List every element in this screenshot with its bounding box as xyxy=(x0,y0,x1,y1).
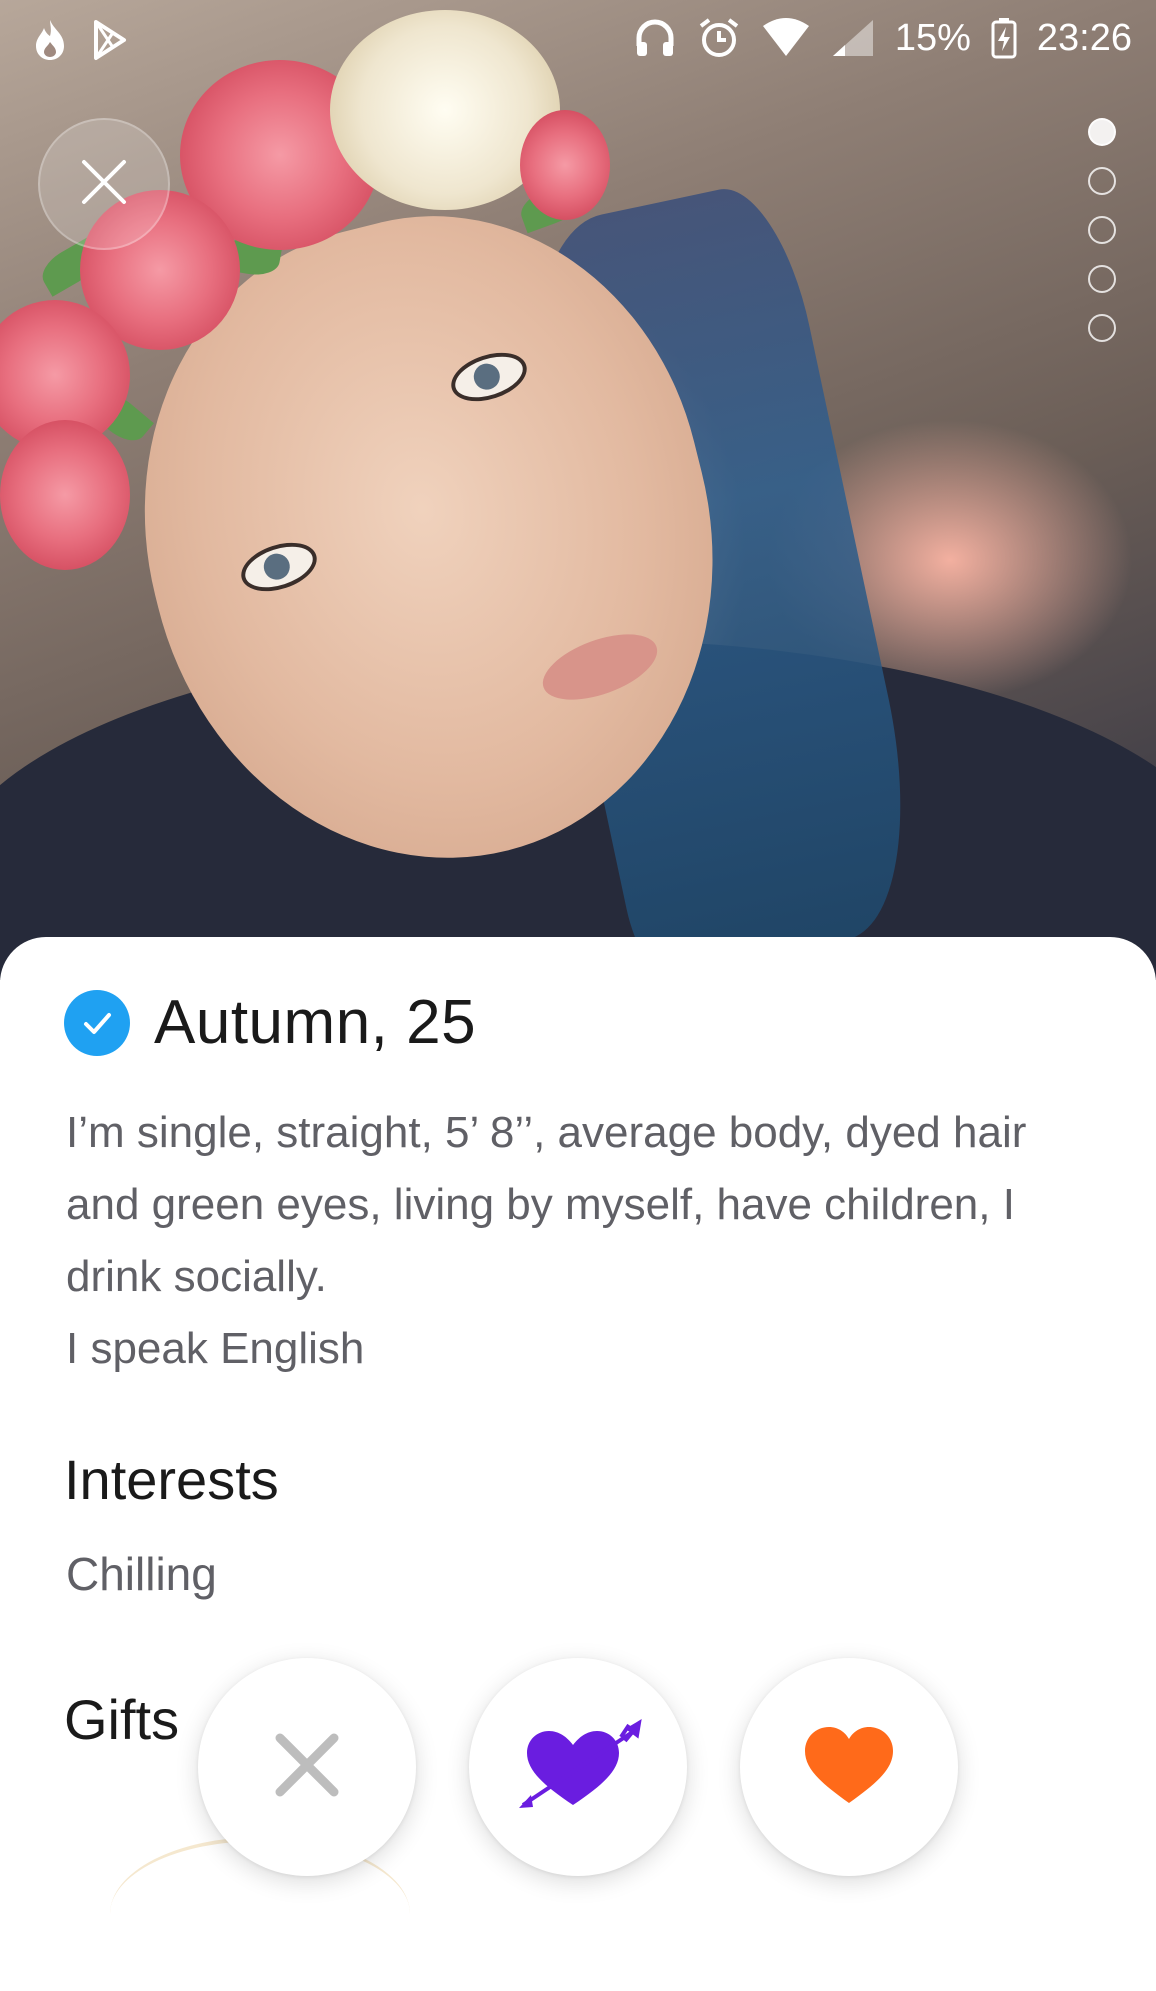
photo-dot[interactable] xyxy=(1088,265,1116,293)
photo-dot[interactable] xyxy=(1088,118,1116,146)
status-bar: 15% 23:26 xyxy=(0,0,1156,80)
photo-pagination xyxy=(1088,118,1116,342)
profile-photo[interactable] xyxy=(0,0,1156,980)
heart-icon xyxy=(801,1723,897,1812)
interests-title: Interests xyxy=(64,1448,279,1511)
headphones-icon xyxy=(633,16,677,60)
profile-header: Autumn, 25 xyxy=(64,987,476,1058)
profile-name-age: Autumn, 25 xyxy=(154,988,477,1057)
signal-icon xyxy=(831,18,875,58)
alarm-icon xyxy=(697,16,741,60)
about-text: I’m single, straight, 5’ 8’’, average bo… xyxy=(66,1108,1027,1301)
interest-item: Chilling xyxy=(66,1548,217,1600)
crown-flower xyxy=(520,110,610,220)
like-button[interactable] xyxy=(740,1658,958,1876)
play-store-icon xyxy=(90,18,130,62)
crown-flower xyxy=(0,420,130,570)
gifts-title: Gifts xyxy=(64,1688,180,1751)
dislike-button[interactable] xyxy=(198,1658,416,1876)
about-languages: I speak English xyxy=(66,1324,365,1373)
crush-button[interactable] xyxy=(469,1658,687,1876)
heart-arrow-icon xyxy=(513,1715,643,1820)
photo-dot[interactable] xyxy=(1088,167,1116,195)
profile-about: I’m single, straight, 5’ 8’’, average bo… xyxy=(66,1097,1096,1385)
battery-charging-icon xyxy=(991,17,1017,59)
close-profile-button[interactable] xyxy=(38,118,170,250)
clock: 23:26 xyxy=(1036,16,1132,59)
x-icon xyxy=(272,1730,342,1805)
close-icon xyxy=(78,156,130,213)
flame-icon xyxy=(30,18,70,62)
photo-dot[interactable] xyxy=(1088,314,1116,342)
battery-percent: 15% xyxy=(894,16,971,59)
verified-badge-icon xyxy=(64,989,130,1056)
photo-dot[interactable] xyxy=(1088,216,1116,244)
wifi-icon xyxy=(761,18,811,58)
